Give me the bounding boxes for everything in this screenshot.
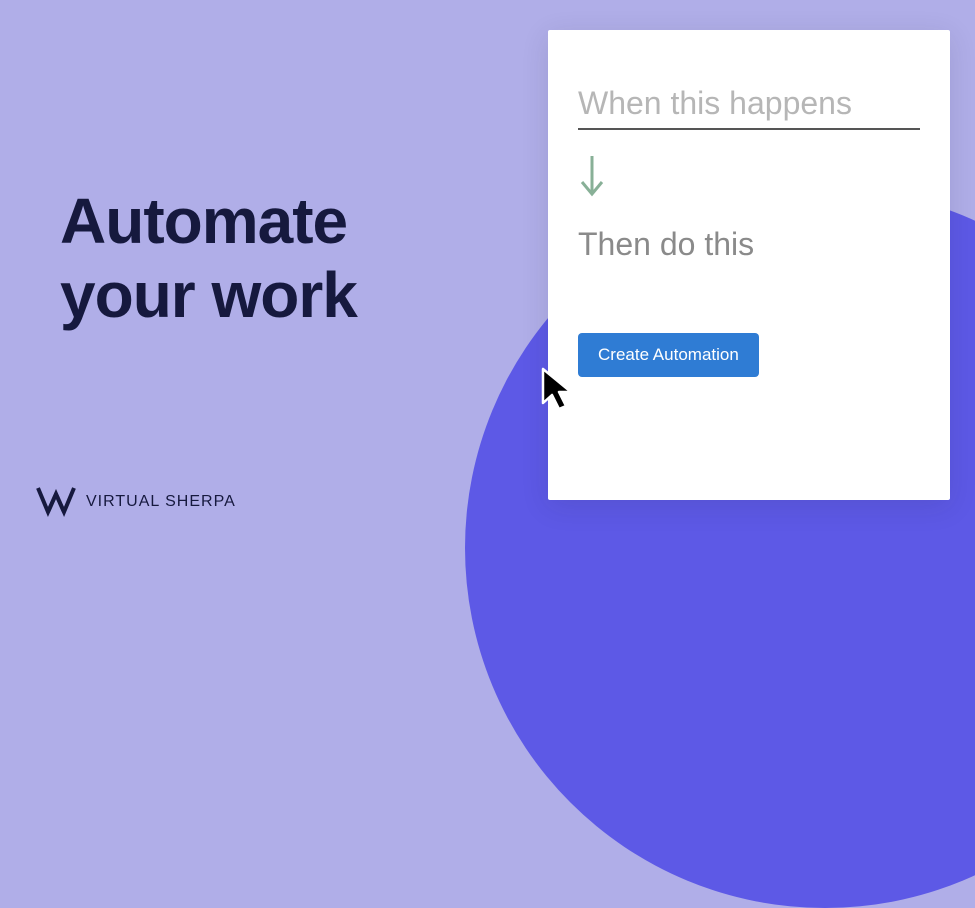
create-automation-button[interactable]: Create Automation [578,333,759,377]
automation-card: When this happens Then do this Create Au… [548,30,950,500]
virtual-sherpa-logo-icon [34,480,78,524]
arrow-down-icon [578,154,920,198]
headline-line-2: your work [60,259,357,333]
brand-name: VIRTUAL SHERPA [86,493,236,511]
brand-logo: VIRTUAL SHERPA [34,480,236,524]
trigger-input[interactable]: When this happens [578,85,920,130]
headline-line-1: Automate [60,185,357,259]
action-input[interactable]: Then do this [578,226,920,263]
headline: Automate your work [60,185,357,332]
